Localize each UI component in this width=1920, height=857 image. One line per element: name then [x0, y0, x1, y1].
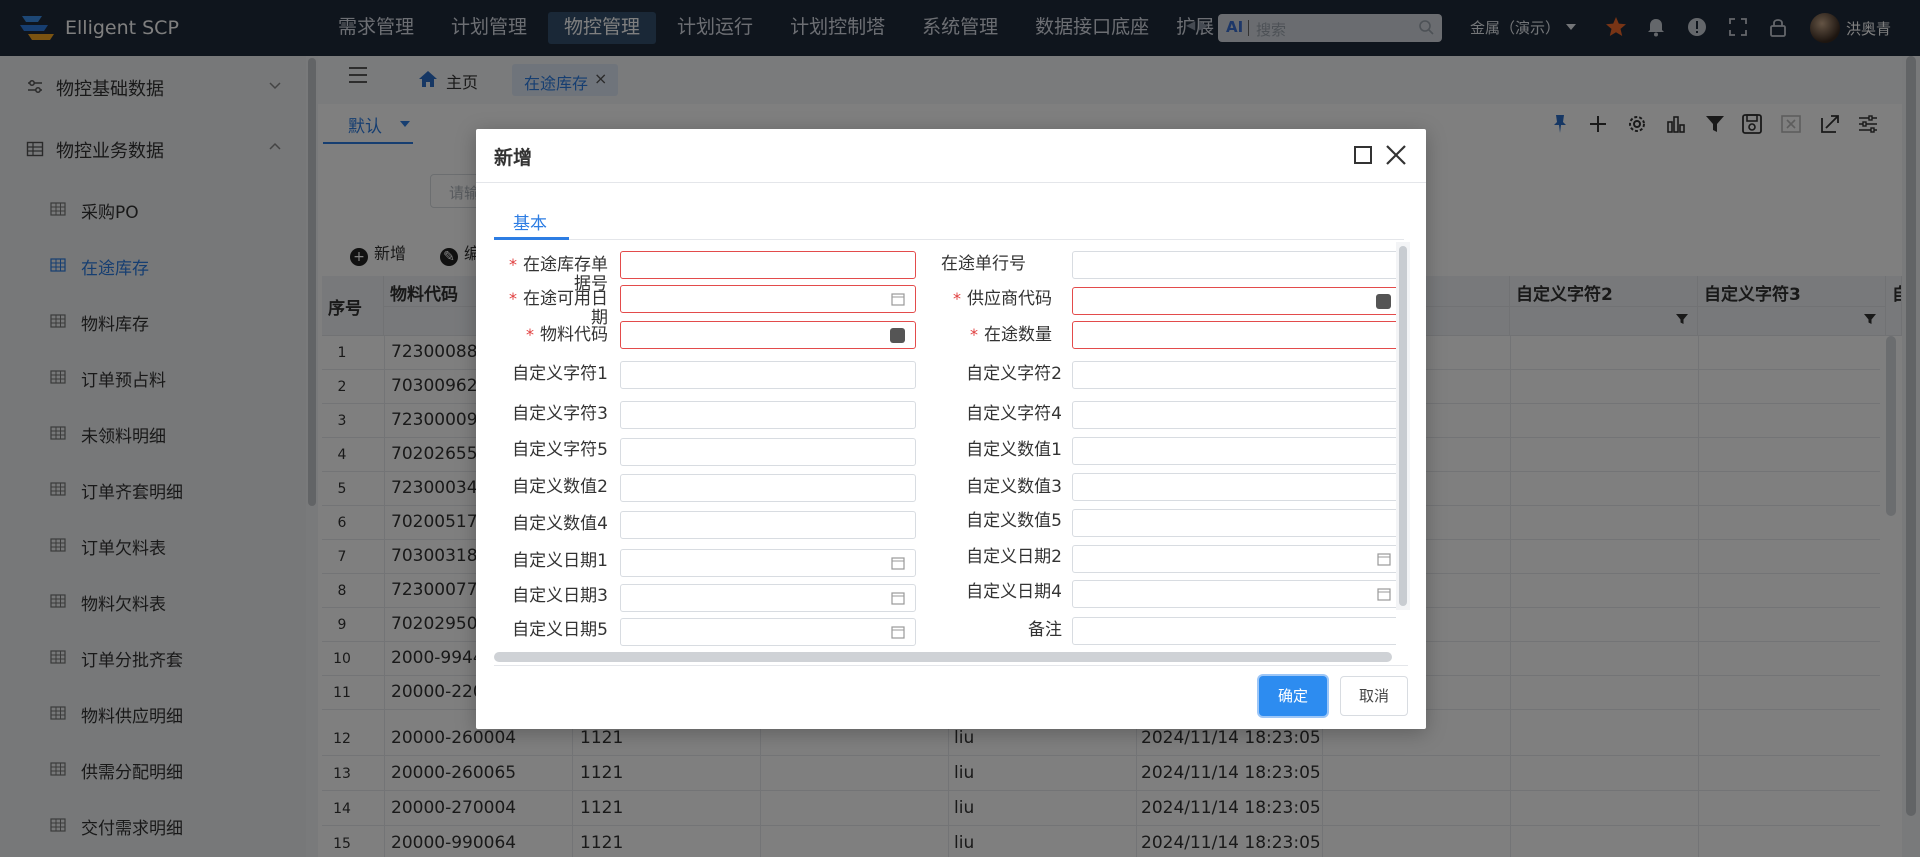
field-label-custom-date-4: 自定义日期4	[952, 583, 1062, 602]
custom-char-5-input[interactable]	[620, 438, 916, 466]
field-label-text: 自定义日期4	[966, 582, 1062, 602]
transit-line-no-input[interactable]	[1072, 251, 1396, 279]
field-label-custom-date-2: 自定义日期2	[952, 548, 1062, 567]
field-label-custom-char-4: 自定义字符4	[952, 405, 1062, 424]
custom-char-1-input[interactable]	[620, 361, 916, 389]
scrollbar-thumb[interactable]	[494, 652, 1392, 662]
tab-baseline	[494, 239, 1404, 240]
field-label-remark: 备注	[952, 621, 1062, 640]
field-label-custom-num-2: 自定义数值2	[498, 478, 608, 497]
divider	[476, 182, 1426, 183]
field-label-text: 物料代码	[540, 325, 608, 345]
field-label-text: 自定义数值1	[966, 440, 1062, 460]
field-label-text: 自定义字符1	[512, 364, 608, 384]
dialog-vertical-scrollbar[interactable]	[1396, 242, 1410, 610]
custom-num-5-input[interactable]	[1072, 509, 1396, 537]
field-label-custom-num-1: 自定义数值1	[952, 441, 1062, 460]
required-mark: *	[970, 325, 978, 344]
field-label-text: 自定义数值2	[512, 477, 608, 497]
required-mark: *	[509, 289, 517, 308]
field-label-text: 在途数量	[984, 325, 1052, 345]
required-mark: *	[526, 325, 534, 344]
field-label-text: 自定义数值3	[966, 477, 1062, 497]
dialog-horizontal-scrollbar[interactable]	[494, 652, 1396, 662]
field-label-transit-line-no: 在途单行号	[876, 255, 1026, 274]
custom-num-1-input[interactable]	[1072, 437, 1396, 465]
supplier-code-input[interactable]	[1072, 287, 1396, 315]
material-code-input[interactable]	[620, 321, 916, 349]
field-label-custom-date-1: 自定义日期1	[498, 552, 608, 571]
calendar-icon[interactable]	[1377, 587, 1391, 601]
cancel-button[interactable]: 取消	[1340, 676, 1408, 716]
field-label-transit-qty: * 在途数量	[942, 325, 1052, 345]
custom-num-3-input[interactable]	[1072, 473, 1396, 501]
field-label-custom-num-5: 自定义数值5	[952, 512, 1062, 531]
transit-qty-input[interactable]	[1072, 321, 1396, 349]
tab-basic[interactable]: 基本	[513, 209, 547, 234]
calendar-icon[interactable]	[1377, 552, 1391, 566]
calendar-icon[interactable]	[891, 556, 905, 570]
field-label-custom-char-5: 自定义字符5	[498, 441, 608, 460]
field-label-custom-num-3: 自定义数值3	[952, 478, 1062, 497]
custom-date-3-input[interactable]	[620, 584, 916, 612]
custom-date-4-input[interactable]	[1072, 580, 1396, 608]
field-label-text: 自定义数值4	[512, 514, 608, 534]
lookup-icon[interactable]	[890, 328, 905, 343]
divider	[494, 665, 1408, 666]
add-dialog: 新增 基本 * 在途库存单据号 在途单行号 * 在途可用日期 * 供应商代码 * 物料代…	[476, 129, 1426, 729]
field-label-custom-char-1: 自定义字符1	[498, 365, 608, 384]
custom-char-2-input[interactable]	[1072, 361, 1396, 389]
field-label-text: 在途单行号	[941, 254, 1026, 274]
field-label-text: 自定义日期5	[512, 620, 608, 640]
custom-char-3-input[interactable]	[620, 401, 916, 429]
field-label-text: 自定义日期1	[512, 551, 608, 571]
dialog-title: 新增	[494, 147, 533, 169]
field-label-text: 供应商代码	[967, 289, 1052, 309]
field-label-text: 备注	[1028, 620, 1062, 640]
custom-num-2-input[interactable]	[620, 474, 916, 502]
calendar-icon[interactable]	[891, 625, 905, 639]
field-label-material-code: * 物料代码	[498, 325, 608, 345]
dialog-form: * 在途库存单据号 在途单行号 * 在途可用日期 * 供应商代码 * 物料代码 * 在途数…	[476, 245, 1396, 649]
tab-active-indicator	[494, 237, 569, 240]
field-label-text: 自定义数值5	[966, 511, 1062, 531]
field-label-text: 自定义字符3	[512, 404, 608, 424]
calendar-icon[interactable]	[891, 591, 905, 605]
field-label-available-date: * 在途可用日期	[498, 289, 608, 328]
confirm-button[interactable]: 确定	[1259, 676, 1327, 716]
field-label-text: 自定义字符4	[966, 404, 1062, 424]
custom-date-2-input[interactable]	[1072, 545, 1396, 573]
field-label-custom-date-3: 自定义日期3	[498, 587, 608, 606]
field-label-custom-char-2: 自定义字符2	[952, 365, 1062, 384]
field-label-text: 自定义日期3	[512, 586, 608, 606]
lookup-icon[interactable]	[1376, 294, 1391, 309]
field-label-supplier-code: * 供应商代码	[942, 289, 1052, 309]
field-label-text: 自定义日期2	[966, 547, 1062, 567]
field-label-text: 自定义字符2	[966, 364, 1062, 384]
scrollbar-thumb[interactable]	[1399, 246, 1407, 606]
field-label-custom-num-4: 自定义数值4	[498, 515, 608, 534]
required-mark: *	[509, 255, 517, 274]
close-icon[interactable]	[1384, 143, 1408, 167]
remark-input[interactable]	[1072, 617, 1396, 645]
custom-date-1-input[interactable]	[620, 549, 916, 577]
custom-date-5-input[interactable]	[620, 618, 916, 646]
transit-doc-no-input[interactable]	[620, 251, 916, 279]
calendar-icon[interactable]	[891, 292, 905, 306]
field-label-custom-char-3: 自定义字符3	[498, 405, 608, 424]
custom-num-4-input[interactable]	[620, 511, 916, 539]
available-date-input[interactable]	[620, 285, 916, 313]
field-label-text: 自定义字符5	[512, 440, 608, 460]
field-label-text: 在途可用日期	[523, 289, 608, 328]
maximize-icon[interactable]	[1354, 146, 1372, 164]
required-mark: *	[953, 289, 961, 308]
field-label-custom-date-5: 自定义日期5	[498, 621, 608, 640]
custom-char-4-input[interactable]	[1072, 401, 1396, 429]
